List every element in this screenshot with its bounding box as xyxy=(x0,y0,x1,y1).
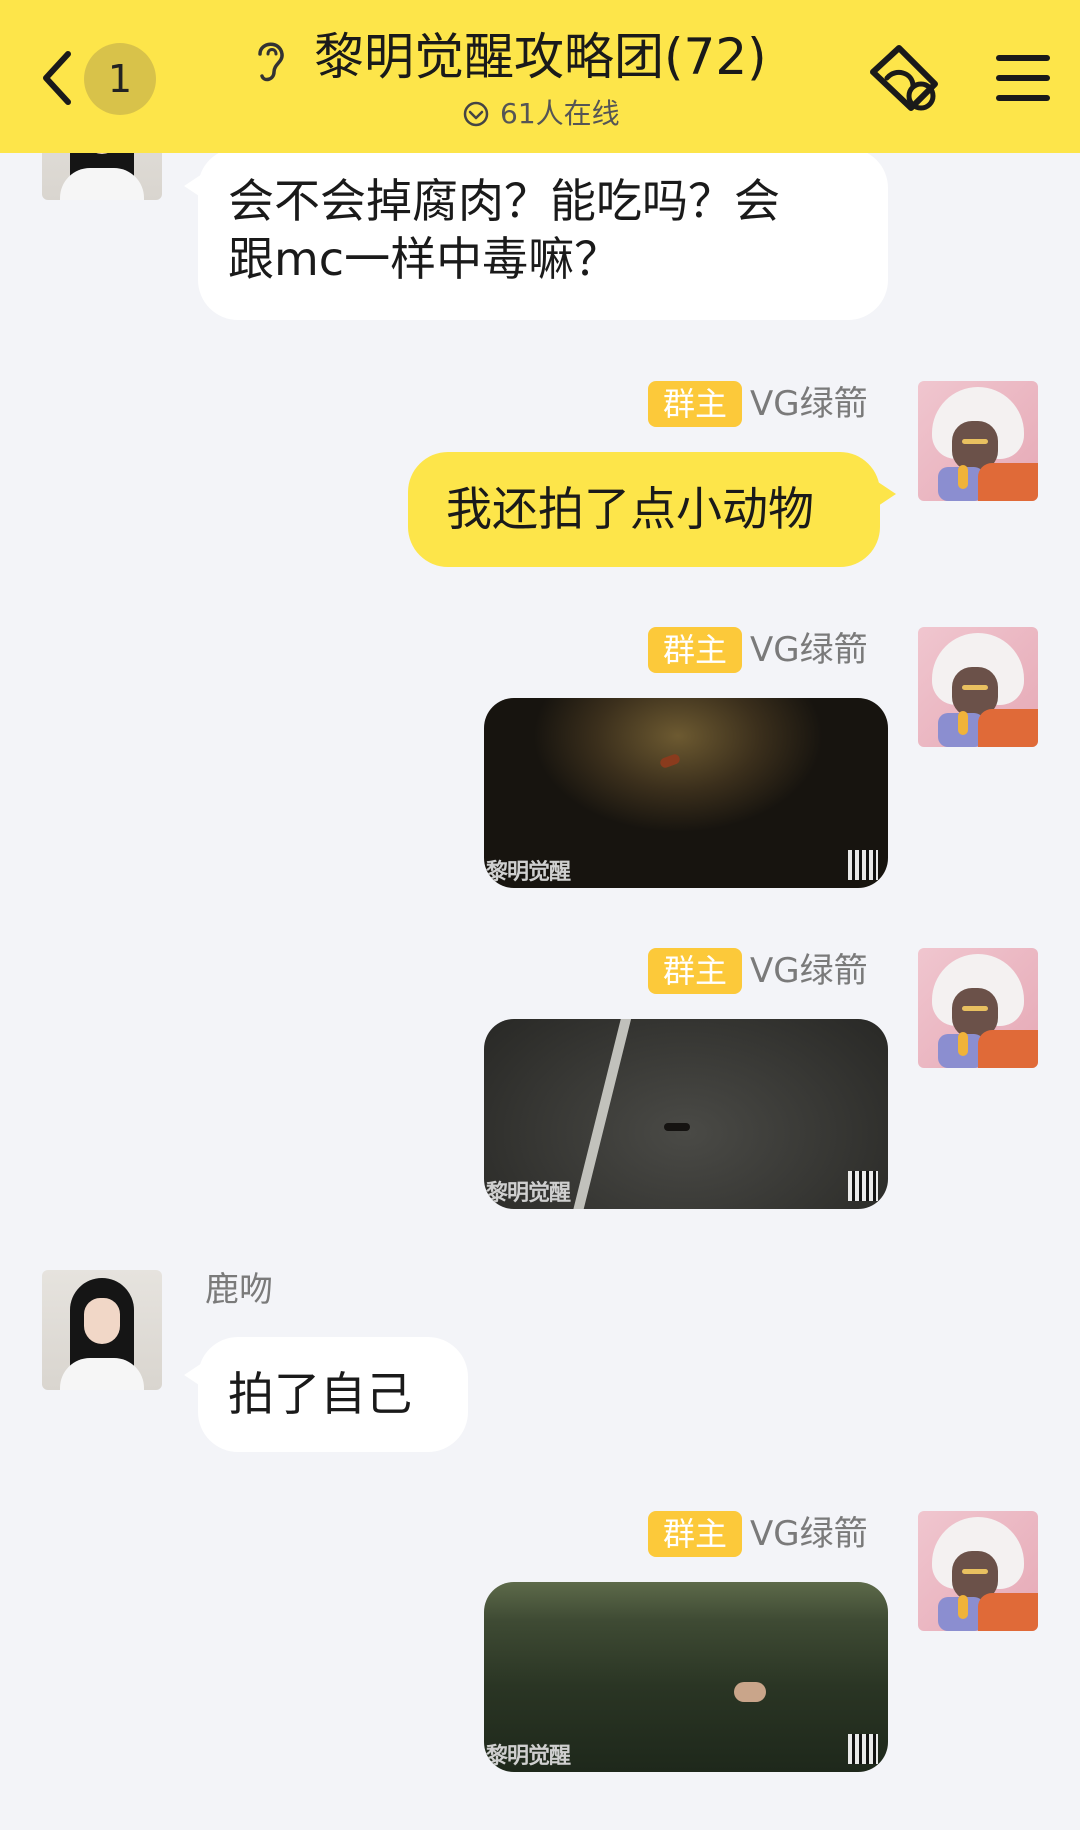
animal-in-photo xyxy=(658,752,682,770)
road-line xyxy=(569,1019,633,1209)
owner-badge: 群主 xyxy=(648,381,742,427)
menu-button[interactable] xyxy=(995,50,1051,106)
unread-count-badge: 1 xyxy=(84,43,156,115)
sender-name[interactable]: VG绿箭 xyxy=(750,381,868,427)
hamburger-menu-icon xyxy=(996,55,1050,101)
sender-name[interactable]: VG绿箭 xyxy=(750,627,868,673)
chat-title-area[interactable]: 黎明觉醒攻略团(72) xyxy=(250,24,790,94)
animal-in-photo xyxy=(664,1123,690,1131)
sender-name[interactable]: VG绿箭 xyxy=(750,1511,868,1557)
sender-info: 鹿吻 xyxy=(205,1267,405,1313)
back-button[interactable]: 1 xyxy=(38,40,158,116)
avatar[interactable] xyxy=(918,948,1038,1068)
sender-info: 群主 VG绿箭 xyxy=(648,381,888,427)
message-bubble[interactable]: 我还拍了点小动物 xyxy=(408,452,896,567)
tag-icon xyxy=(870,45,938,111)
watermark-logo: 黎明觉醒 xyxy=(486,860,571,885)
tag-button[interactable] xyxy=(865,42,945,122)
message-text: 我还拍了点小动物 xyxy=(446,482,814,536)
owner-badge: 群主 xyxy=(648,948,742,994)
sender-info: 群主 VG绿箭 xyxy=(648,1511,888,1557)
message-text-line: 会不会掉腐肉？能吃吗？会 xyxy=(228,174,780,228)
chevron-down-circle-icon xyxy=(463,101,489,127)
watermark-logo: 黎明觉醒 xyxy=(486,1744,571,1769)
sender-name[interactable]: VG绿箭 xyxy=(750,948,868,994)
owner-badge: 群主 xyxy=(648,1511,742,1557)
avatar[interactable] xyxy=(918,381,1038,501)
message-bubble[interactable]: 拍了自己 xyxy=(184,1337,468,1452)
chevron-left-icon xyxy=(43,51,71,105)
online-count-text: 61人在线 xyxy=(500,97,620,130)
chat-header: 1 黎明觉醒攻略团(72) 61人在线 xyxy=(0,0,1080,153)
avatar[interactable] xyxy=(42,1270,162,1390)
avatar[interactable] xyxy=(918,1511,1038,1631)
watermark-logo: 黎明觉醒 xyxy=(486,1181,571,1206)
avatar[interactable] xyxy=(918,627,1038,747)
image-message[interactable]: 黎明觉醒 xyxy=(484,1019,888,1209)
qr-code-icon xyxy=(848,1734,878,1764)
qr-code-icon xyxy=(848,1171,878,1201)
qr-code-icon xyxy=(848,850,878,880)
page-title: 黎明觉醒攻略团(72) xyxy=(314,28,767,86)
sender-name[interactable]: 鹿吻 xyxy=(205,1267,273,1313)
message-bubble[interactable]: 会不会掉腐肉？能吃吗？会 跟mc一样中毒嘛？ xyxy=(184,148,888,320)
sender-info: 群主 VG绿箭 xyxy=(648,948,888,994)
animal-in-photo xyxy=(734,1682,766,1702)
image-message[interactable]: 黎明觉醒 xyxy=(484,698,888,888)
owner-badge: 群主 xyxy=(648,627,742,673)
message-text-line: 跟mc一样中毒嘛？ xyxy=(228,232,621,286)
message-text: 拍了自己 xyxy=(228,1367,412,1421)
sender-info: 群主 VG绿箭 xyxy=(648,627,888,673)
ear-icon xyxy=(258,42,284,82)
image-message[interactable]: 黎明觉醒 xyxy=(484,1582,888,1772)
